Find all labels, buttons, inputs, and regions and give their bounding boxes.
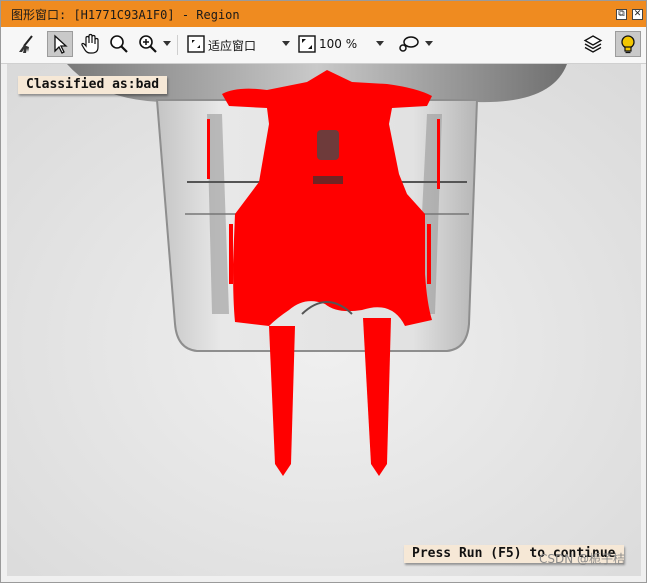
fit-window-label[interactable]: 适应窗口: [208, 37, 256, 54]
zoom-button[interactable]: [106, 31, 132, 57]
magnifier-icon: [110, 35, 128, 53]
image-canvas[interactable]: Classified as:bad Press Run (F5) to cont…: [7, 64, 641, 576]
draw-region-button[interactable]: [396, 31, 422, 57]
pointer-button[interactable]: [47, 31, 73, 57]
title-bar[interactable]: 图形窗口: [H1771C93A1F0] - Region ⧉ ✕: [1, 1, 646, 27]
broom-icon: [19, 35, 33, 53]
draw-region-dropdown-icon[interactable]: [425, 41, 433, 46]
hand-icon: [81, 33, 99, 54]
fit-window-icon: [187, 35, 205, 53]
zoom-percent-dropdown-icon[interactable]: [376, 41, 384, 46]
inspection-image: [7, 64, 641, 576]
window-title: 图形窗口: [H1771C93A1F0] - Region: [11, 8, 240, 22]
graphics-window: 图形窗口: [H1771C93A1F0] - Region ⧉ ✕ 适应窗口 1…: [0, 0, 647, 583]
zoom-in-dropdown-icon[interactable]: [163, 41, 171, 46]
layers-button[interactable]: [580, 31, 606, 57]
toolbar-separator: [177, 35, 178, 55]
close-button[interactable]: ✕: [632, 9, 643, 20]
zoom-percent-button[interactable]: [294, 31, 320, 57]
lasso-icon: [399, 36, 419, 52]
tips-button[interactable]: [615, 31, 641, 57]
layers-icon: [583, 35, 603, 53]
lightbulb-icon: [621, 35, 635, 54]
zoom-in-icon: [139, 35, 157, 53]
pan-button[interactable]: [78, 31, 104, 57]
cursor-icon: [54, 34, 68, 54]
clear-button[interactable]: [13, 31, 39, 57]
zoom-in-button[interactable]: [135, 31, 161, 57]
restore-button[interactable]: ⧉: [616, 9, 627, 20]
fit-window-dropdown-icon[interactable]: [282, 41, 290, 46]
toolbar: 适应窗口 100 %: [1, 27, 646, 64]
zoom-percent-label[interactable]: 100 %: [319, 37, 357, 51]
classification-label: Classified as:bad: [18, 76, 168, 94]
watermark: CSDN @栀子桔: [538, 552, 625, 566]
actual-size-icon: [298, 35, 316, 53]
fit-window-button[interactable]: [183, 31, 209, 57]
